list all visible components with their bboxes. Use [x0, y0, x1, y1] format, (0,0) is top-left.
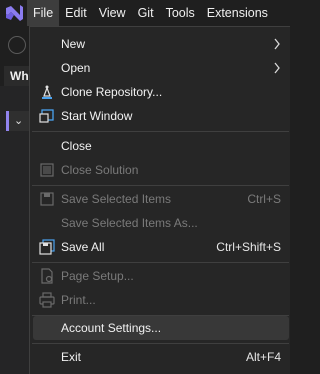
menu-item-label: Exit — [61, 350, 82, 364]
menu-bar: File Edit View Git Tools Extensions — [0, 0, 290, 26]
menu-separator — [32, 262, 289, 263]
menu-item-clone-repository[interactable]: Clone Repository... — [33, 80, 289, 104]
app-window: File Edit View Git Tools Extensions Wh ⌄… — [0, 0, 290, 374]
menu-git[interactable]: Git — [132, 0, 160, 26]
menu-item-new[interactable]: New — [33, 32, 289, 56]
menu-file[interactable]: File — [27, 0, 60, 26]
menu-item-save-selected-items-as[interactable]: Save Selected Items As... — [33, 211, 289, 235]
start-window-icon — [39, 109, 54, 123]
menu-item-save-all[interactable]: Save All Ctrl+Shift+S — [33, 235, 289, 259]
menu-view[interactable]: View — [93, 0, 132, 26]
close-solution-icon — [40, 163, 54, 177]
menu-item-label: Save Selected Items — [61, 192, 172, 206]
menu-item-label: Print... — [61, 293, 96, 307]
menu-item-label: Start Window — [61, 109, 133, 123]
menu-tools[interactable]: Tools — [160, 0, 201, 26]
menu-item-close-solution[interactable]: Close Solution — [33, 158, 289, 182]
print-icon — [39, 292, 55, 308]
menu-item-open[interactable]: Open — [33, 56, 289, 80]
menu-item-label: Open — [61, 61, 91, 75]
menu-item-shortcut: Alt+F4 — [245, 350, 281, 364]
clone-repository-icon — [42, 85, 52, 99]
save-icon — [40, 192, 54, 206]
visual-studio-logo-icon[interactable] — [3, 2, 25, 24]
menu-item-label: Save Selected Items As... — [61, 216, 198, 230]
navigate-back-icon[interactable] — [8, 36, 26, 54]
file-menu-dropdown: New Open Clone Repository... Start Windo… — [29, 26, 290, 374]
page-setup-icon — [41, 268, 53, 284]
save-all-icon — [39, 239, 55, 255]
menu-edit[interactable]: Edit — [59, 0, 93, 26]
menu-item-label: New — [61, 37, 86, 51]
menu-separator — [32, 343, 289, 344]
menu-item-page-setup[interactable]: Page Setup... — [33, 264, 289, 288]
menu-item-label: Clone Repository... — [61, 85, 163, 99]
menu-item-shortcut: Ctrl+Shift+S — [216, 240, 281, 254]
menu-item-label: Page Setup... — [61, 269, 134, 283]
menu-separator — [32, 131, 289, 132]
menu-item-shortcut: Ctrl+S — [247, 192, 281, 206]
menu-extensions[interactable]: Extensions — [201, 0, 274, 26]
menu-item-start-window[interactable]: Start Window — [33, 104, 289, 128]
menu-item-close[interactable]: Close — [33, 134, 289, 158]
menu-item-print[interactable]: Print... — [33, 288, 289, 312]
menu-item-save-selected-items[interactable]: Save Selected Items Ctrl+S — [33, 187, 289, 211]
menu-item-exit[interactable]: Exit Alt+F4 — [33, 345, 289, 369]
menu-item-label: Save All — [61, 240, 105, 254]
menu-item-label: Close Solution — [61, 163, 139, 177]
menu-separator — [32, 185, 289, 186]
menu-item-label: Close — [61, 139, 92, 153]
chevron-right-icon — [274, 38, 280, 50]
panel-title: Wh — [4, 66, 30, 86]
chevron-right-icon — [274, 62, 280, 74]
menu-item-account-settings[interactable]: Account Settings... — [33, 316, 289, 340]
menu-item-label: Account Settings... — [61, 321, 162, 335]
